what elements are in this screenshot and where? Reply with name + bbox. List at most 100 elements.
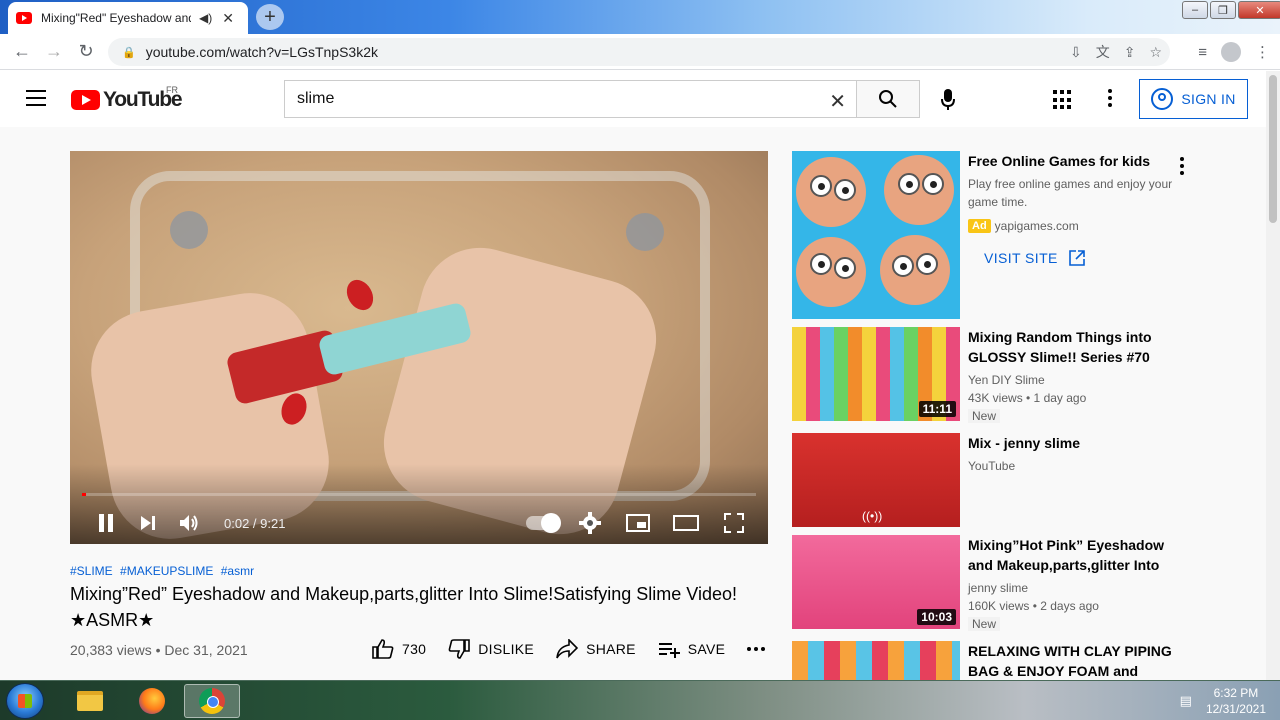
miniplayer-button[interactable] <box>614 505 662 541</box>
autoplay-toggle[interactable] <box>518 505 566 541</box>
media-control-icon[interactable]: ≡ <box>1198 44 1207 61</box>
hashtag-link[interactable]: #SLIME <box>70 564 113 578</box>
volume-button[interactable] <box>168 505 212 541</box>
ad-source-row: Ad yapigames.com <box>968 219 1178 233</box>
search-input[interactable]: slime ✕ <box>284 80 856 118</box>
ad-description: Play free online games and enjoy your ga… <box>968 177 1173 209</box>
taskbar: ▤ 6:32 PM 12/31/2021 <box>0 680 1280 720</box>
minimize-button[interactable]: – <box>1182 1 1208 19</box>
recommended-video[interactable]: 10:03 Mixing”Hot Pink” Eyeshadow and Mak… <box>792 535 1192 631</box>
install-icon[interactable]: ⇩ <box>1070 44 1082 61</box>
firefox-button[interactable] <box>124 684 180 718</box>
recommended-video[interactable]: RELAXING WITH CLAY PIPING BAG & ENJOY FO… <box>792 641 1192 680</box>
clock-date: 12/31/2021 <box>1205 702 1266 716</box>
voice-search-button[interactable] <box>934 86 962 114</box>
ad-thumbnail[interactable] <box>792 151 960 319</box>
address-bar[interactable]: 🔒 youtube.com/watch?v=LGsTnpS3k2k ⇩ 文 ⇪ … <box>108 38 1170 66</box>
theater-mode-button[interactable] <box>662 505 710 541</box>
search-button[interactable] <box>856 80 920 118</box>
reload-icon[interactable]: ↻ <box>70 36 102 68</box>
watch-page: 0:02 / 9:21 #SLIME #MAKEUPSLIME #asmr Mi… <box>0 127 1266 680</box>
video-thumbnail[interactable]: 11:11 <box>792 327 960 421</box>
progress-bar[interactable] <box>82 493 756 496</box>
save-button[interactable]: SAVE <box>658 639 726 659</box>
window-controls: – ❐ ✕ <box>1180 1 1280 19</box>
start-button[interactable] <box>6 683 44 719</box>
browser-tab[interactable]: Mixing"Red" Eyeshadow and Makeup,parts,g… <box>8 2 248 34</box>
file-explorer-button[interactable] <box>62 684 118 718</box>
browser-menu-icon[interactable]: ⋮ <box>1255 43 1270 61</box>
forward-arrow-icon[interactable]: → <box>38 36 70 68</box>
dislike-button[interactable]: DISLIKE <box>448 639 534 659</box>
scrollbar-thumb[interactable] <box>1269 75 1277 223</box>
network-icon[interactable]: ▤ <box>1180 693 1192 709</box>
firefox-icon <box>139 688 165 714</box>
new-badge: New <box>968 409 1001 423</box>
browser-toolbar: ← → ↻ 🔒 youtube.com/watch?v=LGsTnpS3k2k … <box>0 34 1280 70</box>
new-tab-button[interactable]: + <box>256 4 284 30</box>
next-button[interactable] <box>128 505 168 541</box>
close-icon[interactable]: ✕ <box>222 10 234 27</box>
video-thumbnail[interactable]: ((•)) <box>792 433 960 527</box>
video-thumbnail[interactable] <box>792 641 960 680</box>
gear-icon <box>579 512 601 534</box>
video-player[interactable]: 0:02 / 9:21 <box>70 151 768 544</box>
search-query: slime <box>297 90 335 107</box>
channel-name[interactable]: Yen DIY Slime <box>968 371 1178 389</box>
back-arrow-icon[interactable]: ← <box>6 36 38 68</box>
sidebar-ad[interactable]: Free Online Games for kids Play free onl… <box>792 151 1192 319</box>
fullscreen-button[interactable] <box>710 505 758 541</box>
translate-icon[interactable]: 文 <box>1096 42 1110 62</box>
chrome-icon <box>199 688 225 714</box>
page-scrollbar[interactable] <box>1266 71 1280 680</box>
clear-search-icon[interactable]: ✕ <box>829 89 846 114</box>
more-actions-icon[interactable] <box>747 647 766 651</box>
ad-title[interactable]: Free Online Games for kids <box>968 151 1178 171</box>
hashtag-link[interactable]: #MAKEUPSLIME <box>120 564 213 578</box>
search-icon <box>879 90 897 108</box>
like-button[interactable]: 730 <box>372 639 426 659</box>
country-code: FR <box>166 85 178 95</box>
video-title-link[interactable]: RELAXING WITH CLAY PIPING BAG & ENJOY FO… <box>968 641 1178 680</box>
window-close-button[interactable]: ✕ <box>1238 1 1280 19</box>
ad-menu-icon[interactable] <box>1180 157 1184 175</box>
progress-fill <box>82 493 87 496</box>
share-button[interactable]: SHARE <box>556 639 636 659</box>
video-duration: 10:03 <box>917 609 956 625</box>
recommended-mix[interactable]: ((•)) Mix - jenny slime YouTube <box>792 433 1192 527</box>
settings-button[interactable] <box>566 505 614 541</box>
video-thumbnail[interactable]: 10:03 <box>792 535 960 629</box>
video-title-link[interactable]: Mix - jenny slime <box>968 433 1178 453</box>
recommended-video[interactable]: 11:11 Mixing Random Things into GLOSSY S… <box>792 327 1192 423</box>
youtube-header: YouTube FR slime ✕ SIGN IN <box>0 71 1266 127</box>
ad-domain: yapigames.com <box>994 219 1079 233</box>
apps-grid-icon[interactable] <box>1053 90 1073 110</box>
sign-in-button[interactable]: SIGN IN <box>1139 79 1248 119</box>
visit-site-button[interactable]: VISIT SITE <box>968 249 1178 267</box>
youtube-logo[interactable]: YouTube FR <box>71 85 183 112</box>
player-controls: 0:02 / 9:21 <box>70 503 768 543</box>
star-icon[interactable]: ☆ <box>1149 44 1162 61</box>
share-icon[interactable]: ⇪ <box>1124 44 1136 61</box>
speaker-icon[interactable]: ◀) <box>199 11 212 25</box>
chrome-button[interactable] <box>184 684 240 718</box>
video-title-link[interactable]: Mixing”Hot Pink” Eyeshadow and Makeup,pa… <box>968 535 1178 575</box>
pause-icon <box>99 514 113 532</box>
pause-button[interactable] <box>84 505 128 541</box>
restore-button[interactable]: ❐ <box>1210 1 1236 19</box>
settings-menu-icon[interactable] <box>1108 89 1112 107</box>
menu-icon[interactable] <box>26 90 46 106</box>
sign-in-label: SIGN IN <box>1181 91 1236 107</box>
clock[interactable]: 6:32 PM 12/31/2021 <box>1206 685 1266 717</box>
theater-mode-icon <box>673 515 699 531</box>
channel-name[interactable]: YouTube <box>968 457 1178 475</box>
hashtag-link[interactable]: #asmr <box>221 564 254 578</box>
new-badge: New <box>968 617 1001 631</box>
share-arrow-icon <box>556 639 579 659</box>
folder-icon <box>77 691 103 711</box>
channel-name[interactable]: jenny slime <box>968 579 1178 597</box>
profile-icon[interactable] <box>1221 42 1241 62</box>
video-info: Mixing”Hot Pink” Eyeshadow and Makeup,pa… <box>968 535 1178 633</box>
video-title-link[interactable]: Mixing Random Things into GLOSSY Slime!!… <box>968 327 1178 367</box>
share-label: SHARE <box>586 641 636 657</box>
